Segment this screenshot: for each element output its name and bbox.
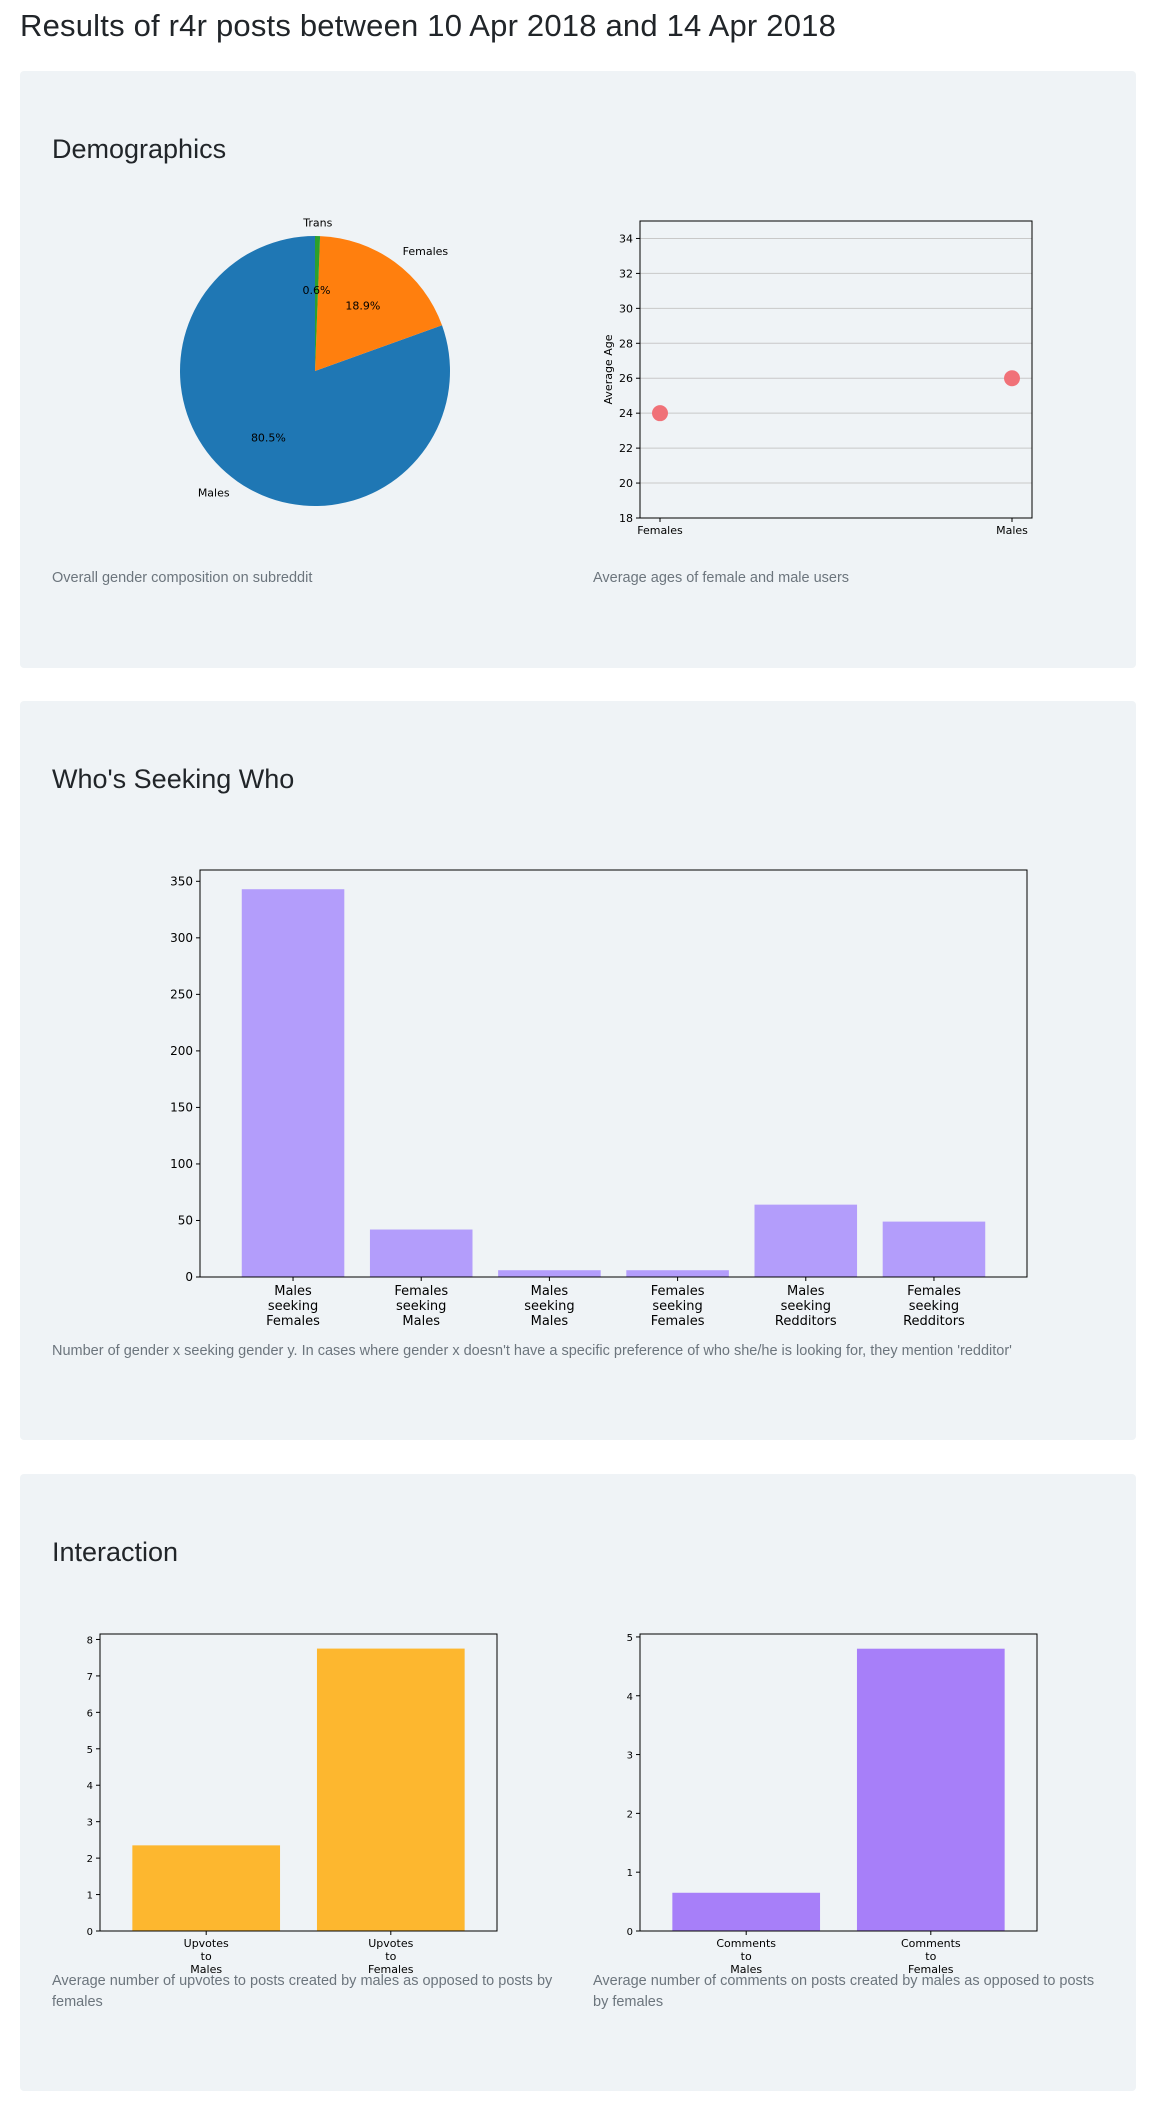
y-tick-label: 22 <box>619 442 633 455</box>
x-tick-label: Males <box>996 524 1028 537</box>
bar <box>882 1221 986 1277</box>
x-tick-label: Males seeking Males <box>524 1284 574 1329</box>
y-tick-label: 26 <box>619 372 633 385</box>
y-tick-label: 1 <box>87 1891 93 1902</box>
y-tick-label: 0 <box>627 1927 633 1938</box>
y-tick-label: 1 <box>627 1868 633 1879</box>
bar <box>856 1648 1005 1931</box>
bar <box>754 1204 858 1277</box>
y-tick-label: 4 <box>87 1781 93 1792</box>
y-tick-label: 5 <box>87 1745 93 1756</box>
y-tick-label: 18 <box>619 512 633 525</box>
x-tick-label: Females seeking Females <box>651 1284 705 1329</box>
pie-pct-females: 18.9% <box>345 300 380 313</box>
y-tick-label: 30 <box>619 302 633 315</box>
y-tick-label: 32 <box>619 267 633 280</box>
y-tick-label: 250 <box>170 987 193 1001</box>
pie-label-females: Females <box>403 245 449 258</box>
bar <box>369 1229 473 1277</box>
upvotes-caption: Average number of upvotes to posts creat… <box>52 1973 553 2010</box>
seeking-caption: Number of gender x seeking gender y. In … <box>52 1343 1012 1359</box>
y-tick-label: 28 <box>619 337 633 350</box>
x-tick-label: Females seeking Males <box>394 1284 448 1329</box>
y-tick-label: 24 <box>619 407 633 420</box>
y-tick-label: 4 <box>627 1692 633 1703</box>
data-point <box>1004 370 1020 387</box>
bar <box>241 889 345 1277</box>
y-tick-label: 100 <box>170 1157 193 1171</box>
y-tick-label: 350 <box>170 874 193 888</box>
demographics-title: Demographics <box>52 134 227 164</box>
age-caption: Average ages of female and male users <box>593 570 850 586</box>
bar <box>498 1270 601 1277</box>
pie-label-trans: Trans <box>302 217 332 230</box>
y-tick-label: 34 <box>619 232 633 245</box>
data-point <box>652 405 668 422</box>
bar <box>132 1845 281 1931</box>
y-tick-label: 8 <box>87 1635 93 1646</box>
y-axis-label: Average Age <box>602 334 615 404</box>
y-tick-label: 0 <box>185 1270 193 1284</box>
interaction-card: Interaction 0 1 2 3 4 5 6 7 8 Upvotes to Males Upvot… <box>20 1474 1136 2091</box>
pie-pct-trans: 0.6% <box>303 284 331 297</box>
y-tick-label: 3 <box>87 1818 93 1829</box>
x-tick-label: Males seeking Redditors <box>775 1284 837 1329</box>
comments-bar-chart: 012345Comments to MalesComments to Females <box>627 1633 1038 1976</box>
x-tick-label: Females <box>637 524 683 537</box>
pie-label-males: Males <box>198 486 230 499</box>
x-tick-label: Males seeking Females <box>266 1284 320 1329</box>
bar <box>626 1270 729 1277</box>
bar <box>672 1892 821 1931</box>
seeking-bar-chart: 0 50 100 150 200 250 300 350 Males seeking Females… <box>170 869 1028 1329</box>
y-tick-label: 50 <box>178 1213 193 1227</box>
upvotes-bar-chart: 012345678Upvotes to MalesUpvotes to Females <box>87 1633 498 1976</box>
y-tick-label: 2 <box>627 1809 633 1820</box>
y-tick-label: 0 <box>87 1927 93 1938</box>
pie-pct-males: 80.5% <box>251 431 286 444</box>
comments-caption: Average number of comments on posts crea… <box>593 1973 1095 2010</box>
y-tick-label: 200 <box>170 1044 193 1058</box>
gender-pie-chart: Males 80.5% Females 18.9% Trans 0.6% <box>179 217 450 506</box>
x-tick-label: Females seeking Redditors <box>903 1284 965 1329</box>
y-tick-label: 150 <box>170 1100 193 1114</box>
page-title: Results of r4r posts between 10 Apr 2018… <box>20 8 837 43</box>
y-tick-label: 6 <box>87 1708 93 1719</box>
bar <box>316 1648 465 1931</box>
y-tick-label: 2 <box>87 1854 93 1865</box>
y-tick-label: 7 <box>87 1672 93 1683</box>
y-tick-label: 3 <box>627 1751 633 1762</box>
y-tick-label: 20 <box>619 477 633 490</box>
plot-frame <box>639 220 1033 519</box>
age-scatter-chart: Average Age 18 20 22 24 26 28 30 32 34 Females Male… <box>602 220 1033 537</box>
demographics-card: Demographics Males 80.5% Females 18.9% Trans… <box>20 71 1136 668</box>
y-tick-label: 300 <box>170 931 193 945</box>
interaction-title: Interaction <box>52 1537 179 1567</box>
y-tick-label: 5 <box>627 1633 633 1644</box>
seeking-card: Who's Seeking Who 0 50 100 150 200 250 300 350 M… <box>20 701 1136 1440</box>
seeking-title: Who's Seeking Who <box>52 764 295 794</box>
gender-caption: Overall gender composition on subreddit <box>52 570 313 586</box>
